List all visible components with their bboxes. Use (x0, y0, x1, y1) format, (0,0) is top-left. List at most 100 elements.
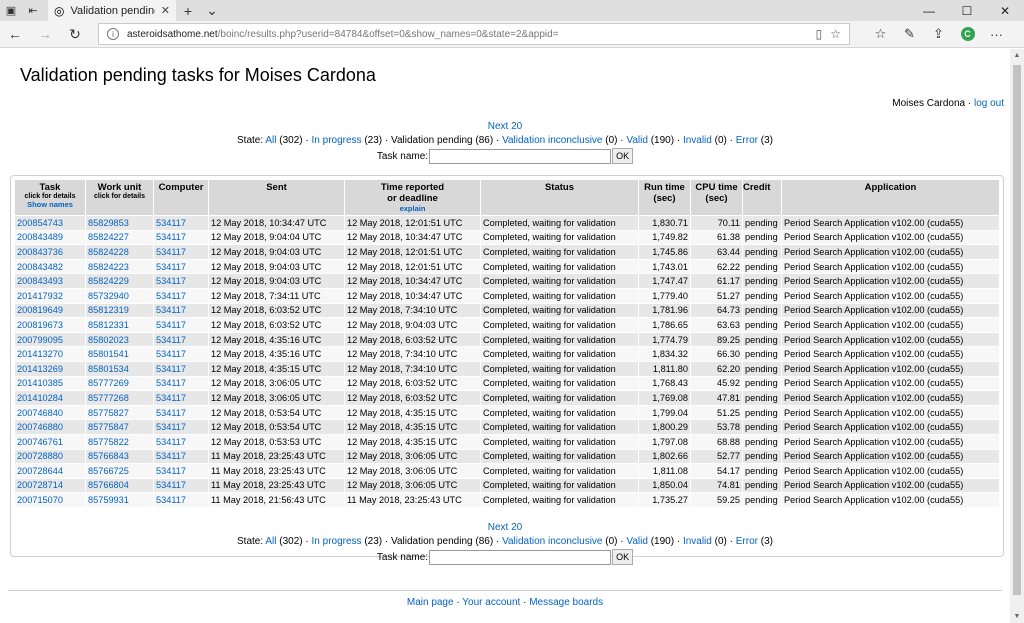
task-name-input[interactable] (429, 148, 612, 164)
computer-id-link[interactable]: 534117 (156, 378, 186, 388)
tab-preview-chevron-icon[interactable]: ⌄ (200, 2, 224, 19)
computer-id-link[interactable]: 534117 (156, 422, 186, 432)
computer-id-link[interactable]: 534117 (156, 320, 186, 330)
more-menu-icon[interactable]: ··· (982, 21, 1011, 48)
task-id-link[interactable]: 201410385 (17, 378, 63, 388)
workunit-id-link[interactable]: 85824223 (88, 262, 129, 272)
computer-id-link[interactable]: 534117 (156, 408, 186, 418)
computer-id-link[interactable]: 534117 (156, 364, 186, 374)
state-invalid-link[interactable]: Invalid (683, 536, 712, 547)
close-tab-icon[interactable]: ✕ (161, 4, 170, 17)
state-valid-link[interactable]: Valid (626, 135, 648, 146)
ok-button[interactable]: OK (612, 148, 634, 164)
extension-icon[interactable]: C (953, 21, 982, 48)
workunit-id-link[interactable]: 85766804 (88, 480, 129, 490)
computer-id-link[interactable]: 534117 (156, 291, 186, 301)
task-id-link[interactable]: 200843493 (17, 276, 63, 286)
state-valid-link[interactable]: Valid (626, 536, 648, 547)
task-name-input-bottom[interactable] (429, 549, 612, 565)
task-id-link[interactable]: 200728714 (17, 480, 63, 490)
set-aside-tabs-icon[interactable]: ⇤ (22, 0, 44, 21)
computer-id-link[interactable]: 534117 (156, 495, 186, 505)
scroll-up-icon[interactable]: ▲ (1010, 52, 1024, 59)
workunit-id-link[interactable]: 85812331 (88, 320, 129, 330)
task-id-link[interactable]: 201410284 (17, 393, 63, 403)
explain-link[interactable]: explain (345, 204, 480, 213)
computer-id-link[interactable]: 534117 (156, 305, 186, 315)
workunit-id-link[interactable]: 85812319 (88, 305, 129, 315)
task-id-link[interactable]: 200819673 (17, 320, 63, 330)
task-id-link[interactable]: 200728880 (17, 451, 63, 461)
computer-id-link[interactable]: 534117 (156, 437, 186, 447)
workunit-id-link[interactable]: 85732940 (88, 291, 129, 301)
reading-view-icon[interactable]: ▯ (816, 27, 823, 41)
task-id-link[interactable]: 201413269 (17, 364, 63, 374)
footer-link-your-account[interactable]: Your account (462, 597, 520, 608)
state-validation-inconclusive-link[interactable]: Validation inconclusive (502, 536, 602, 547)
state-all-link[interactable]: All (265, 536, 276, 547)
state-in-progress-link[interactable]: In progress (312, 135, 362, 146)
computer-id-link[interactable]: 534117 (156, 276, 186, 286)
task-id-link[interactable]: 200728644 (17, 466, 63, 476)
computer-id-link[interactable]: 534117 (156, 349, 186, 359)
logout-link[interactable]: log out (974, 98, 1004, 109)
workunit-id-link[interactable]: 85766843 (88, 451, 129, 461)
task-id-link[interactable]: 200843736 (17, 247, 63, 257)
web-notes-icon[interactable]: ✎ (895, 21, 924, 48)
computer-id-link[interactable]: 534117 (156, 451, 186, 461)
computer-id-link[interactable]: 534117 (156, 335, 186, 345)
task-id-link[interactable]: 200746880 (17, 422, 63, 432)
task-id-link[interactable]: 201413270 (17, 349, 63, 359)
task-id-link[interactable]: 200843489 (17, 232, 63, 242)
computer-id-link[interactable]: 534117 (156, 262, 186, 272)
url-text[interactable]: asteroidsathome.net/boinc/results.php?us… (127, 29, 808, 40)
workunit-id-link[interactable]: 85824227 (88, 232, 129, 242)
state-error-link[interactable]: Error (736, 536, 758, 547)
workunit-id-link[interactable]: 85766725 (88, 466, 129, 476)
tab-actions-icon[interactable]: ▣ (0, 0, 22, 21)
workunit-id-link[interactable]: 85829853 (88, 218, 129, 228)
favorites-hub-icon[interactable]: ☆ (866, 21, 895, 48)
state-all-link[interactable]: All (265, 135, 276, 146)
computer-id-link[interactable]: 534117 (156, 232, 186, 242)
footer-link-main-page[interactable]: Main page (407, 597, 454, 608)
minimize-icon[interactable]: — (910, 0, 948, 21)
state-in-progress-link[interactable]: In progress (312, 536, 362, 547)
workunit-id-link[interactable]: 85775827 (88, 408, 129, 418)
computer-id-link[interactable]: 534117 (156, 480, 186, 490)
workunit-id-link[interactable]: 85802023 (88, 335, 129, 345)
footer-link-message-boards[interactable]: Message boards (529, 597, 603, 608)
show-names-link[interactable]: Show names (15, 200, 85, 209)
new-tab-icon[interactable]: + (176, 3, 200, 19)
workunit-id-link[interactable]: 85777268 (88, 393, 129, 403)
page-scrollbar[interactable]: ▲ ▼ (1010, 49, 1024, 623)
workunit-id-link[interactable]: 85775822 (88, 437, 129, 447)
favorite-star-icon[interactable]: ☆ (830, 27, 841, 41)
ok-button-bottom[interactable]: OK (612, 549, 634, 565)
workunit-id-link[interactable]: 85801541 (88, 349, 129, 359)
back-icon[interactable]: ← (0, 21, 30, 48)
refresh-icon[interactable]: ↻ (60, 21, 90, 48)
state-error-link[interactable]: Error (736, 135, 758, 146)
state-invalid-link[interactable]: Invalid (683, 135, 712, 146)
window-close-icon[interactable]: ✕ (986, 0, 1024, 21)
task-id-link[interactable]: 200715070 (17, 495, 63, 505)
workunit-id-link[interactable]: 85759931 (88, 495, 129, 505)
workunit-id-link[interactable]: 85775847 (88, 422, 129, 432)
workunit-id-link[interactable]: 85801534 (88, 364, 129, 374)
computer-id-link[interactable]: 534117 (156, 247, 186, 257)
address-bar[interactable]: i asteroidsathome.net/boinc/results.php?… (98, 23, 850, 45)
computer-id-link[interactable]: 534117 (156, 466, 186, 476)
task-id-link[interactable]: 200746840 (17, 408, 63, 418)
task-id-link[interactable]: 200799095 (17, 335, 63, 345)
browser-tab[interactable]: ◎ Validation pending tasl ✕ (48, 0, 176, 21)
scroll-down-icon[interactable]: ▼ (1010, 613, 1024, 620)
task-id-link[interactable]: 200843482 (17, 262, 63, 272)
workunit-id-link[interactable]: 85824229 (88, 276, 129, 286)
workunit-id-link[interactable]: 85777269 (88, 378, 129, 388)
site-info-icon[interactable]: i (107, 28, 119, 40)
share-icon[interactable]: ⇪ (924, 21, 953, 48)
maximize-icon[interactable]: ☐ (948, 0, 986, 21)
next-link-bottom[interactable]: Next 20 (488, 522, 522, 533)
task-id-link[interactable]: 200819649 (17, 305, 63, 315)
